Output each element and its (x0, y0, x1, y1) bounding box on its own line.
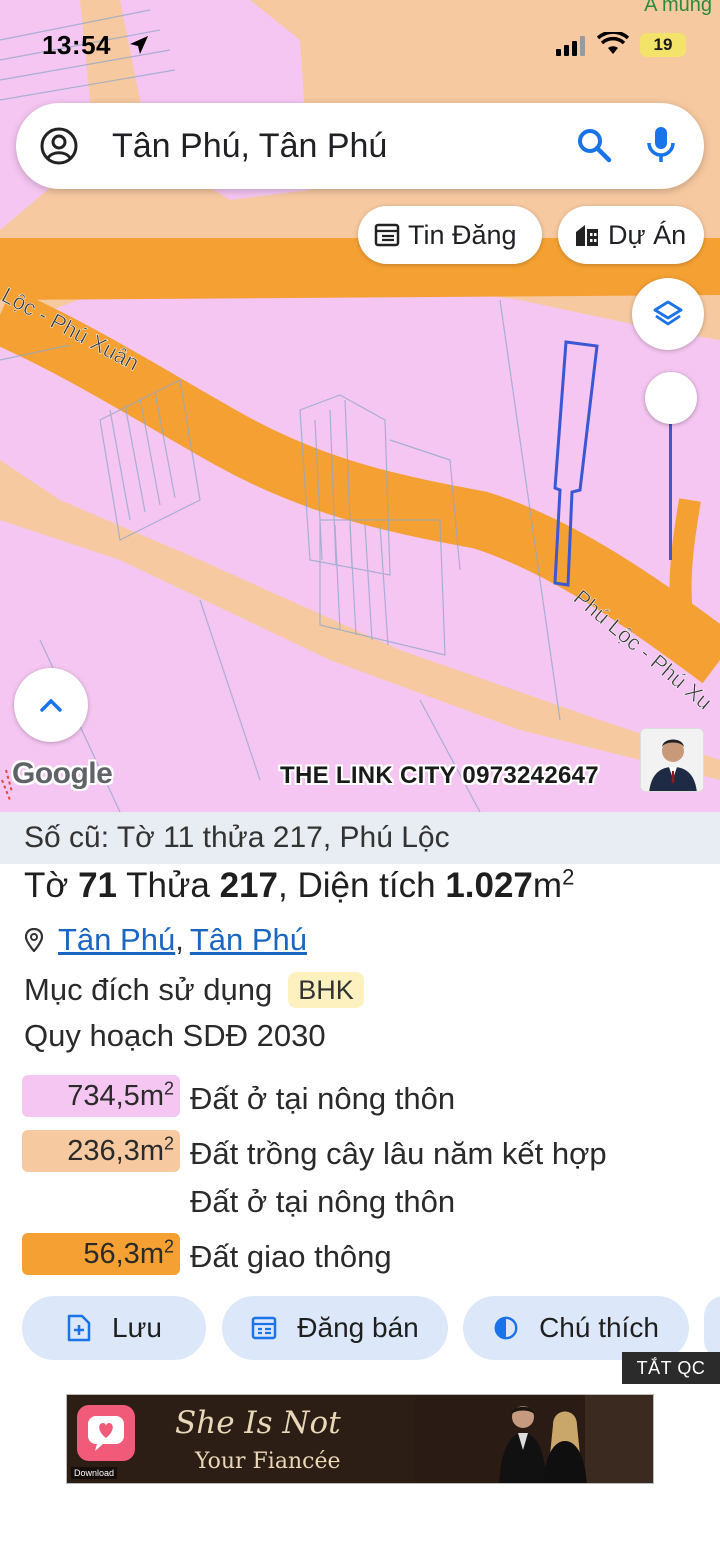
building-icon (576, 225, 598, 246)
search-icon[interactable] (576, 127, 612, 163)
ad-banner[interactable]: Download She Is Not Your Fiancée (66, 1394, 654, 1484)
du-an-label: Dự Án (608, 219, 687, 250)
add-document-icon (67, 1314, 91, 1342)
post-for-sale-label: Đăng bán (297, 1312, 419, 1343)
zone-area-badge: 56,3m2 (22, 1233, 180, 1275)
opacity-slider-knob[interactable] (645, 372, 697, 424)
post-for-sale-button[interactable]: Đăng bán (222, 1296, 448, 1360)
zone-label: Đất ở tại nông thôn (190, 1081, 456, 1116)
zone-label: Đất trồng cây lâu năm kết hợp (190, 1136, 607, 1171)
district-link[interactable]: Tân Phú (190, 922, 307, 958)
du-an-chip[interactable]: Dự Án (558, 206, 704, 264)
search-bar[interactable]: Tân Phú, Tân Phú (16, 103, 704, 189)
save-button[interactable]: Lưu (22, 1296, 206, 1360)
search-input[interactable]: Tân Phú, Tân Phú (112, 127, 387, 166)
listing-icon (374, 223, 400, 247)
legend-button[interactable]: Chú thích (463, 1296, 689, 1360)
expand-panel-button[interactable] (14, 668, 88, 742)
zone-row: 236,3m2 Đất trồng cây lâu năm kết hợp Đấ… (22, 1130, 607, 1226)
contrast-icon (494, 1316, 518, 1340)
parcel-label: Thửa (126, 866, 210, 905)
parcel-number: 217 (219, 866, 278, 905)
more-actions-button[interactable] (704, 1296, 720, 1360)
listing-icon (252, 1316, 277, 1340)
google-logo: Google (12, 757, 113, 790)
plan-title: Quy hoạch SDĐ 2030 (24, 1018, 326, 1053)
heart-chat-icon (88, 1416, 124, 1451)
status-bar: 13:54 19 (0, 0, 720, 92)
account-icon[interactable] (40, 127, 78, 165)
purpose-badge: BHK (288, 972, 364, 1008)
parcel-title: Tờ 71 Thửa 217, Diện tích 1.027m2 (24, 866, 574, 906)
zone-row: 56,3m2 Đất giao thông (22, 1233, 392, 1281)
app-logo (77, 1405, 135, 1461)
area-label: , Diện tích (278, 866, 436, 905)
layers-button[interactable] (632, 278, 704, 350)
tin-dang-chip[interactable]: Tin Đăng (358, 206, 542, 264)
ad-title: She Is Not (175, 1405, 341, 1441)
layers-icon (653, 300, 683, 326)
legend-label: Chú thích (539, 1312, 659, 1343)
save-label: Lưu (112, 1312, 162, 1343)
wifi-icon (597, 32, 629, 54)
zone-area-badge: 236,3m2 (22, 1130, 180, 1172)
land-use-purpose: Mục đích sử dụng BHK (24, 972, 364, 1008)
area-unit: m (532, 866, 563, 905)
agent-avatar[interactable] (640, 728, 704, 792)
sheet-number: 71 (78, 866, 118, 905)
map-view[interactable]: Lộc - Phú Xuân Phú Lộc - Phú Xu A mung 1… (0, 0, 720, 812)
area-unit-exponent: 2 (562, 864, 575, 890)
microphone-icon[interactable] (644, 125, 678, 165)
download-label: Download (71, 1467, 118, 1479)
zone-label: Đất giao thông (190, 1239, 392, 1274)
status-time: 13:54 (42, 30, 111, 60)
chevron-up-icon (40, 698, 62, 712)
map-road (669, 498, 701, 663)
area-value: 1.027 (445, 866, 533, 905)
tin-dang-label: Tin Đăng (408, 219, 517, 250)
watermark-text: THE LINK CITY 0973242647 (280, 762, 599, 789)
ad-image (415, 1395, 653, 1483)
battery-indicator: 19 (640, 33, 686, 57)
zone-area-badge: 734,5m2 (22, 1075, 180, 1117)
close-ad-button[interactable]: TẮT QC (622, 1352, 720, 1384)
location-pin-icon (24, 928, 44, 952)
ward-link[interactable]: Tân Phú (58, 922, 175, 958)
zone-label-secondary: Đất ở tại nông thôn (190, 1184, 456, 1219)
ad-subtitle: Your Fiancée (195, 1449, 341, 1474)
opacity-slider-track[interactable] (669, 420, 672, 560)
signal-icon (556, 36, 585, 56)
old-parcel-reference: Số cũ: Tờ 11 thửa 217, Phú Lộc (0, 812, 720, 864)
sheet-label: Tờ (24, 866, 69, 905)
location-line: Tân Phú, Tân Phú (24, 922, 307, 958)
zone-row: 734,5m2 Đất ở tại nông thôn (22, 1075, 455, 1123)
location-arrow-icon (130, 36, 148, 54)
zone-label-group: Đất trồng cây lâu năm kết hợp Đất ở tại … (180, 1130, 607, 1226)
purpose-label: Mục đích sử dụng (24, 972, 273, 1007)
location-separator: , (175, 922, 184, 957)
agent-portrait-image (641, 729, 703, 791)
